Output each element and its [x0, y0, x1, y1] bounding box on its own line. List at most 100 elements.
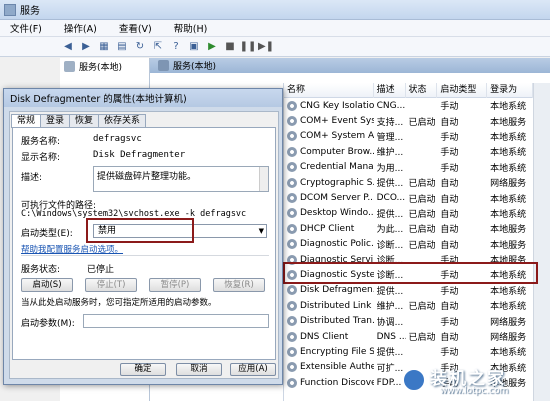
menu-help[interactable]: 帮助(H) [174, 21, 208, 35]
tab-recovery[interactable]: 恢复 [69, 114, 100, 127]
table-row[interactable]: COM+ Event Sys...支持... 已启动自动 本地服务 [284, 113, 533, 128]
start-button[interactable]: 启动(S) [21, 278, 73, 292]
apply-button[interactable]: 应用(A) [230, 363, 276, 376]
table-row[interactable]: Credential Mana...为用... 手动 本地系统 [284, 160, 533, 175]
dialog-tabs: 常规 登录 恢复 依存关系 [11, 114, 147, 128]
refresh-icon[interactable]: ↻ [134, 41, 146, 53]
watermark-logo-icon [402, 368, 426, 392]
forward-icon[interactable]: ▶ [80, 41, 92, 53]
service-name-text: Function Discove... [300, 377, 374, 388]
gear-icon [287, 316, 297, 327]
help-configure-link[interactable]: 帮助我配置服务启动选项。 [21, 243, 123, 255]
services-header: 服务(本地) [150, 58, 550, 73]
log-on-as-cell: 网络服务 [490, 317, 527, 328]
description-text: 提供磁盘碎片整理功能。 [97, 172, 197, 182]
startup-type-cell: 自动 [440, 117, 459, 128]
log-on-as-cell: 本地服务 [490, 117, 527, 128]
log-on-as-cell: 本地系统 [490, 163, 527, 174]
description-scrollbar[interactable] [259, 167, 268, 191]
gear-icon [287, 193, 297, 204]
table-row[interactable]: Diagnostic Polic... 诊断... 已启动 自动 本地服务 [284, 237, 533, 252]
startup-params-input[interactable] [83, 314, 269, 328]
service-name-text: Desktop Windo... [300, 208, 374, 219]
service-name-cell: Diagnostic Polic... [284, 239, 374, 250]
console-tree-icon[interactable]: ▦ [98, 41, 110, 53]
service-name-text: Disk Defragmen... [300, 285, 374, 296]
tab-dependencies[interactable]: 依存关系 [98, 114, 147, 127]
export-icon[interactable]: ⇱ [152, 41, 164, 53]
table-row[interactable]: Cryptographic S... 提供... 已启动 自动 网络服务 [284, 175, 533, 190]
table-row[interactable]: CNG Key Isolation CNG... 手动 本地系统 [284, 98, 533, 113]
gear-icon [287, 131, 297, 142]
start-service-icon[interactable]: ▶ [206, 41, 218, 53]
status-cell: 已启动 [408, 225, 436, 236]
table-row[interactable]: Encrypting File S...提供... 手动 本地系统 [284, 344, 533, 359]
services-table: 名称 描述 状态 启动类型 登录为 CNG Key Isolation CNG..… [283, 82, 533, 401]
log-on-as-cell: 本地系统 [490, 132, 527, 143]
service-name-cell: Cryptographic S... [284, 177, 374, 188]
gear-icon [287, 346, 297, 357]
tree-item-services-local[interactable]: 服务(本地) [60, 58, 149, 75]
service-name-text: COM+ Event Sys... [300, 116, 374, 127]
startup-type-cell: 自动 [440, 194, 459, 205]
properties-icon[interactable]: ▣ [188, 41, 200, 53]
table-row[interactable]: Computer Brow... 维护... 手动 本地系统 [284, 144, 533, 159]
gear-icon [287, 223, 297, 234]
back-icon[interactable]: ◀ [62, 41, 74, 53]
menu-action[interactable]: 操作(A) [64, 21, 97, 35]
startup-type-cell: 手动 [440, 148, 459, 159]
description-cell: 维护... [376, 148, 404, 159]
restart-service-icon[interactable]: ▶❚ [258, 41, 274, 53]
toolbar: ◀ ▶ ▦ ▤ ↻ ⇱ ? ▣ ▶ ■ ❚❚ ▶❚ [0, 37, 550, 57]
table-row[interactable]: DCOM Server P... DCO... 已启动 自动 本地系统 [284, 190, 533, 205]
resume-button[interactable]: 恢复(R) [213, 278, 265, 292]
description-field[interactable]: 提供磁盘碎片整理功能。 [93, 166, 269, 192]
service-name-text: Credential Mana... [300, 162, 374, 173]
table-row[interactable]: Desktop Windo... 提供... 已启动 自动 本地系统 [284, 206, 533, 221]
table-header: 名称 描述 状态 启动类型 登录为 [284, 82, 533, 98]
column-name[interactable]: 名称 [284, 82, 374, 98]
service-name-value: defragsvc [93, 134, 142, 144]
stop-service-icon[interactable]: ■ [224, 41, 236, 53]
list-icon[interactable]: ▤ [116, 41, 128, 53]
tab-logon[interactable]: 登录 [40, 114, 71, 127]
ok-button[interactable]: 确定 [120, 363, 166, 376]
table-scrollbar[interactable] [533, 83, 550, 401]
table-row[interactable]: DHCP Client 为此... 已启动 自动 本地服务 [284, 221, 533, 236]
gear-icon [287, 162, 297, 173]
description-cell: 为用... [376, 163, 404, 174]
status-cell: 已启动 [408, 194, 436, 205]
startup-type-cell: 自动 [440, 209, 459, 220]
service-name-text: Cryptographic S... [300, 177, 374, 188]
cancel-button[interactable]: 取消 [176, 363, 222, 376]
column-status[interactable]: 状态 [406, 82, 438, 98]
status-cell: 已启动 [408, 179, 436, 190]
status-cell: 已启动 [408, 209, 436, 220]
service-status-label: 服务状态: [21, 265, 61, 275]
column-startup-type[interactable]: 启动类型 [437, 82, 488, 98]
table-row[interactable]: Disk Defragmen... 提供... 手动 本地系统 [284, 283, 533, 298]
table-row[interactable]: DNS Client DNS ... 已启动 自动 网络服务 [284, 329, 533, 344]
help-icon[interactable]: ? [170, 41, 182, 53]
watermark-url: www.lotpc.com [440, 386, 509, 396]
services-app-icon [4, 3, 16, 16]
column-log-on-as[interactable]: 登录为 [487, 82, 533, 98]
stop-button[interactable]: 停止(T) [85, 278, 137, 292]
gear-icon [287, 331, 297, 342]
menu-bar: 文件(F) 操作(A) 查看(V) 帮助(H) [0, 20, 550, 37]
table-row[interactable]: Distributed Link ...维护... 已启动自动 本地系统 [284, 298, 533, 313]
menu-file[interactable]: 文件(F) [10, 21, 42, 35]
column-description[interactable]: 描述 [374, 82, 406, 98]
menu-view[interactable]: 查看(V) [119, 21, 152, 35]
description-cell: 支持... [376, 117, 404, 128]
pause-button[interactable]: 暂停(P) [149, 278, 201, 292]
title-bar: 服务 [0, 0, 550, 20]
table-row[interactable]: COM+ System A...管理... 手动 本地系统 [284, 129, 533, 144]
tab-general[interactable]: 常规 [11, 114, 42, 128]
startup-type-cell: 手动 [440, 286, 459, 297]
pause-service-icon[interactable]: ❚❚ [240, 41, 257, 53]
description-cell: 协调... [376, 317, 404, 328]
gear-icon [287, 362, 297, 373]
gear-icon [158, 60, 169, 71]
table-row[interactable]: Distributed Tran... 协调... 手动 网络服务 [284, 313, 533, 328]
